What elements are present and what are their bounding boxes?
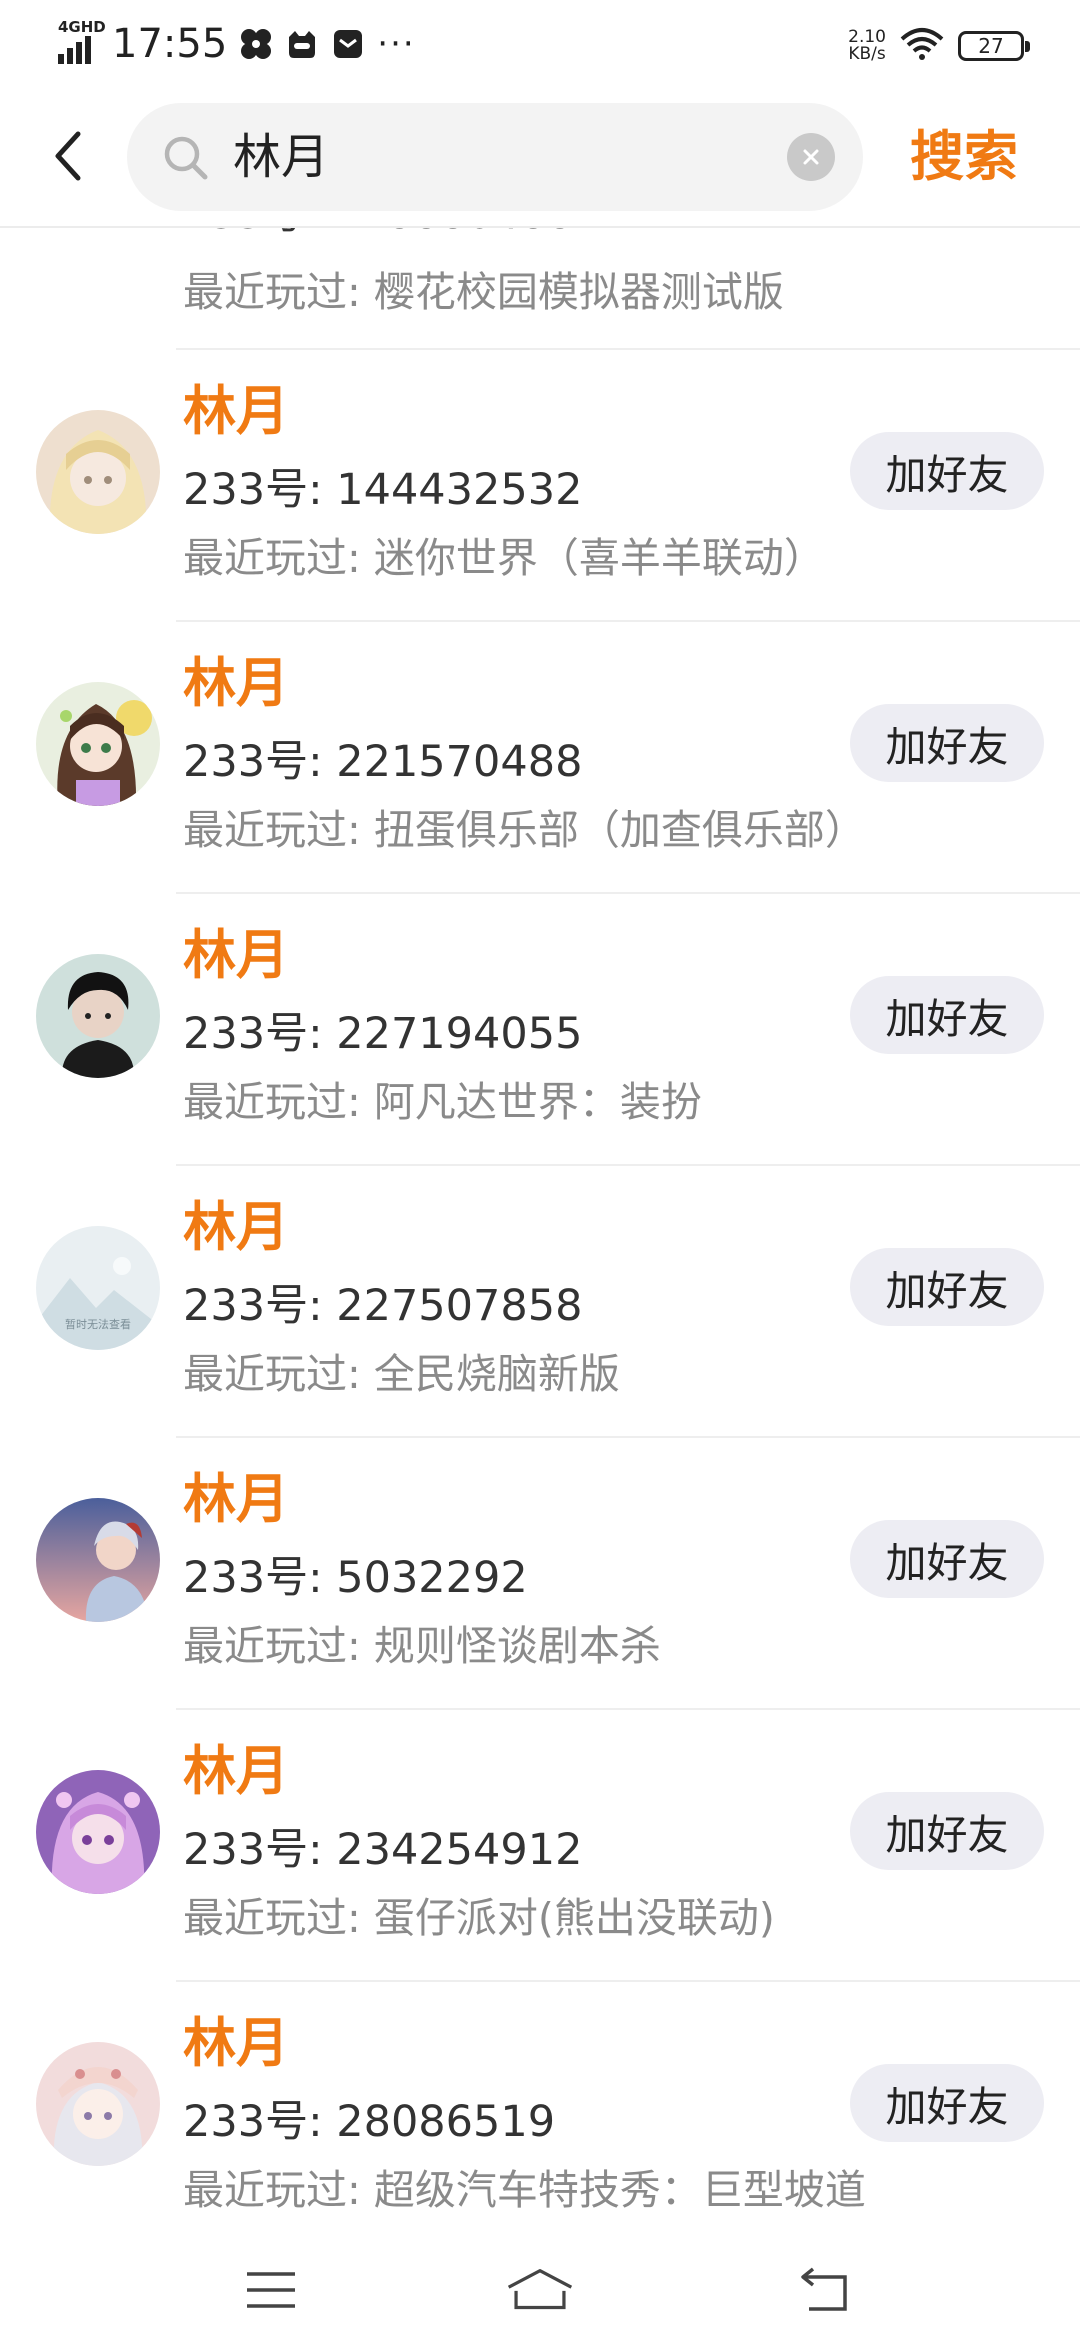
search-query: 林月 xyxy=(233,129,330,185)
battery-level: 27 xyxy=(978,34,1004,58)
placeholder-avatar[interactable]: 暂时无法查看 xyxy=(36,1226,160,1350)
network-speed: 2.10 KB/s xyxy=(848,29,886,63)
player-name: 林月 xyxy=(183,1741,289,1802)
wifi-icon xyxy=(900,27,944,65)
player-id: 233号: 221570488 xyxy=(183,737,583,787)
add-friend-button[interactable]: 加好友 xyxy=(850,2064,1044,2142)
network-type: 4GHD xyxy=(58,18,106,36)
recently-played: 最近玩过: 樱花校园模拟器测试版 xyxy=(183,268,784,316)
more-dots-icon: ··· xyxy=(377,24,416,64)
list-item[interactable]: 林月 233号: 5032292 最近玩过: 规则怪谈剧本杀 加好友 xyxy=(0,1438,1080,1710)
list-item[interactable]: 林月 233号: 221570488 最近玩过: 扭蛋俱乐部（加查俱乐部） 加好… xyxy=(0,622,1080,894)
player-name: 林月 xyxy=(183,2013,289,2074)
player-id: 233号: 234254912 xyxy=(183,1825,583,1875)
search-result-list[interactable]: 233号: 228880488 最近玩过: 樱花校园模拟器测试版 林月 233号… xyxy=(0,228,1080,2240)
battery-icon: 27 xyxy=(958,31,1030,61)
pinwheel-icon xyxy=(239,27,273,61)
player-id: 233号: 227194055 xyxy=(183,1009,583,1059)
list-item[interactable]: 林月 233号: 28086519 最近玩过: 超级汽车特技秀：巨型坡道 加好友 xyxy=(0,1982,1080,2240)
back-button[interactable] xyxy=(40,124,96,188)
search-icon xyxy=(164,136,208,180)
clear-icon[interactable] xyxy=(787,133,835,181)
add-friend-button[interactable]: 加好友 xyxy=(850,1248,1044,1326)
list-item[interactable]: 林月 233号: 227194055 最近玩过: 阿凡达世界：装扮 加好友 xyxy=(0,894,1080,1166)
back-arrow-icon xyxy=(55,131,81,181)
system-navigation-bar xyxy=(0,2240,1080,2340)
search-header: 林月 搜索 xyxy=(0,90,1080,228)
avatar[interactable] xyxy=(36,1770,160,1894)
menu-icon[interactable] xyxy=(236,2260,306,2320)
recently-played: 最近玩过: 超级汽车特技秀：巨型坡道 xyxy=(183,2166,866,2214)
player-id: 233号: 5032292 xyxy=(183,1553,528,1603)
signal-icon: 4GHD xyxy=(58,18,106,66)
avatar[interactable] xyxy=(36,2042,160,2166)
player-id: 233号: 228880488 xyxy=(183,228,573,241)
list-item[interactable]: 暂时无法查看 林月 233号: 227507858 最近玩过: 全民烧脑新版 加… xyxy=(0,1166,1080,1438)
list-item-partial[interactable]: 233号: 228880488 最近玩过: 樱花校园模拟器测试版 xyxy=(0,228,1080,350)
status-bar: 4GHD 17:55 ··· 2.10 KB/s 27 xyxy=(0,0,1080,90)
player-name: 林月 xyxy=(183,925,289,986)
player-name: 林月 xyxy=(183,381,289,442)
home-icon[interactable] xyxy=(505,2260,575,2320)
recently-played: 最近玩过: 阿凡达世界：装扮 xyxy=(183,1078,702,1126)
recently-played: 最近玩过: 规则怪谈剧本杀 xyxy=(183,1622,661,1670)
player-id: 233号: 144432532 xyxy=(183,465,583,515)
recently-played: 最近玩过: 扭蛋俱乐部（加查俱乐部） xyxy=(183,806,866,854)
avatar[interactable] xyxy=(36,1498,160,1622)
back-icon[interactable] xyxy=(790,2260,860,2320)
status-time: 17:55 xyxy=(112,21,228,67)
player-name: 林月 xyxy=(183,1197,289,1258)
list-item[interactable]: 林月 233号: 144432532 最近玩过: 迷你世界（喜羊羊联动） 加好友 xyxy=(0,350,1080,622)
avatar-caption: 暂时无法查看 xyxy=(65,1317,131,1331)
add-friend-button[interactable]: 加好友 xyxy=(850,432,1044,510)
avatar[interactable] xyxy=(36,682,160,806)
message-app-icon xyxy=(331,27,365,61)
add-friend-button[interactable]: 加好友 xyxy=(850,704,1044,782)
add-friend-button[interactable]: 加好友 xyxy=(850,1520,1044,1598)
search-input[interactable]: 林月 xyxy=(127,103,863,211)
recently-played: 最近玩过: 全民烧脑新版 xyxy=(183,1350,620,1398)
speed-unit: KB/s xyxy=(848,44,886,64)
recently-played: 最近玩过: 迷你世界（喜羊羊联动） xyxy=(183,534,825,582)
search-button[interactable]: 搜索 xyxy=(910,114,1018,200)
cat-app-icon xyxy=(285,27,319,61)
avatar[interactable] xyxy=(36,410,160,534)
player-name: 林月 xyxy=(183,653,289,714)
add-friend-button[interactable]: 加好友 xyxy=(850,976,1044,1054)
list-item[interactable]: 林月 233号: 234254912 最近玩过: 蛋仔派对(熊出没联动) 加好友 xyxy=(0,1710,1080,1982)
player-id: 233号: 28086519 xyxy=(183,2097,556,2147)
add-friend-button[interactable]: 加好友 xyxy=(850,1792,1044,1870)
player-name: 林月 xyxy=(183,1469,289,1530)
player-id: 233号: 227507858 xyxy=(183,1281,583,1331)
avatar[interactable] xyxy=(36,954,160,1078)
recently-played: 最近玩过: 蛋仔派对(熊出没联动) xyxy=(183,1894,775,1942)
